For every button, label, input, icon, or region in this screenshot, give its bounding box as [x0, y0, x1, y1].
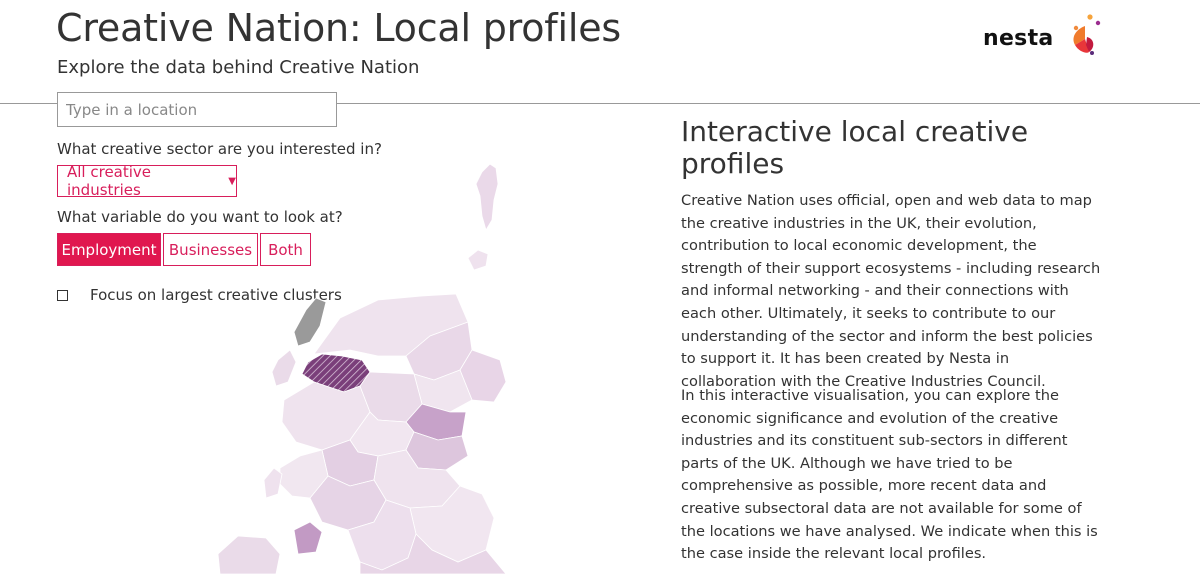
focus-clusters-checkbox[interactable] [57, 289, 68, 301]
map-region-orkney[interactable] [467, 249, 489, 271]
logo-text: nesta [983, 26, 1054, 51]
info-paragraph-2: In this interactive visualisation, you c… [681, 387, 1098, 563]
page-subtitle: Explore the data behind Creative Nation [57, 57, 420, 78]
map-region-shetland[interactable] [475, 163, 499, 231]
map-region-skye[interactable] [271, 349, 297, 387]
info-title: Interactive local creative profiles [681, 115, 1029, 180]
map-region-western-isles[interactable] [293, 297, 327, 347]
location-search-input[interactable] [57, 92, 337, 127]
map-region-belfast[interactable] [293, 521, 323, 555]
nesta-logo[interactable]: nesta [983, 12, 1103, 58]
logo-mark-icon [1073, 14, 1101, 55]
uk-choropleth-map[interactable] [210, 150, 540, 574]
map-region-northern-ireland[interactable] [217, 535, 281, 574]
employment-button[interactable]: Employment [57, 233, 161, 266]
map-region-islay[interactable] [263, 467, 283, 499]
info-paragraph-1: Creative Nation uses official, open and … [681, 192, 1101, 390]
sector-dropdown-label: All creative industries [67, 163, 152, 199]
page-title: Creative Nation: Local profiles [56, 6, 621, 50]
